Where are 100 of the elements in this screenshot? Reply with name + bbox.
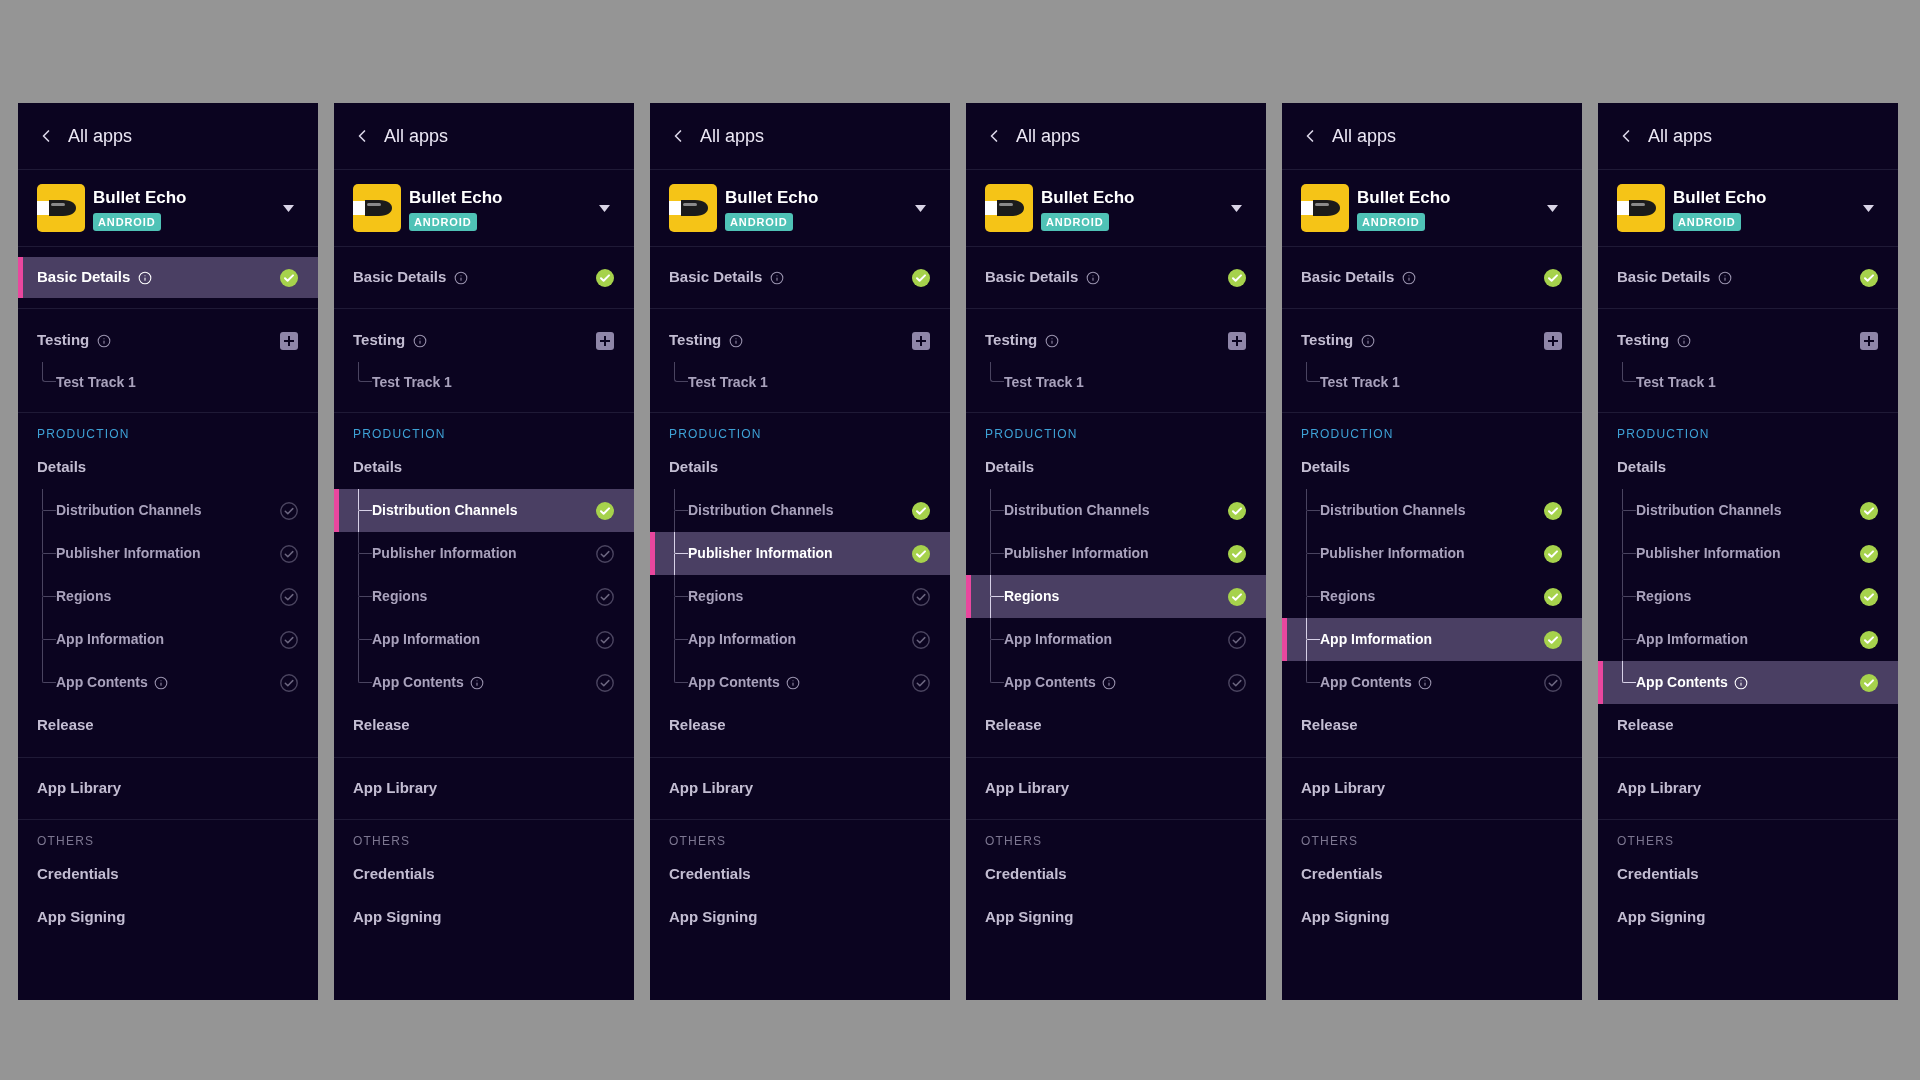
testing-label: Testing — [1617, 330, 1670, 351]
tree-item[interactable]: App Information — [334, 618, 634, 661]
basic-details-item[interactable]: Basic Details — [650, 257, 950, 298]
tree-item[interactable]: Publisher Information — [1598, 532, 1898, 575]
platform-badge: ANDROID — [409, 212, 477, 231]
app-name: Bullet Echo — [1673, 187, 1767, 209]
app-library-item[interactable]: App Library — [966, 767, 1266, 810]
nav-item[interactable]: Credentials — [1598, 853, 1898, 896]
release-item[interactable]: Release — [1598, 704, 1898, 747]
test-track-item[interactable]: Test Track 1 — [1598, 362, 1898, 402]
tree-item[interactable]: Regions — [18, 575, 318, 618]
tree-item[interactable]: App Information — [966, 618, 1266, 661]
dropdown-caret-icon[interactable] — [1231, 204, 1242, 212]
tree-item[interactable]: Publisher Information — [1282, 532, 1582, 575]
check-circle-icon — [1860, 673, 1878, 692]
release-item[interactable]: Release — [18, 704, 318, 747]
tree-item[interactable]: Regions — [334, 575, 634, 618]
tree-item[interactable]: App Information — [18, 618, 318, 661]
release-item[interactable]: Release — [650, 704, 950, 747]
details-item[interactable]: Details — [1282, 446, 1582, 489]
dropdown-caret-icon[interactable] — [1547, 204, 1558, 212]
tree-item[interactable]: Distribution Channels — [334, 489, 634, 532]
details-item[interactable]: Details — [966, 446, 1266, 489]
tree-item[interactable]: App Imformation — [1282, 618, 1582, 661]
check-circle-icon — [1860, 268, 1878, 287]
add-icon[interactable] — [280, 331, 298, 350]
basic-details-item[interactable]: Basic Details — [334, 257, 634, 298]
add-icon[interactable] — [1860, 331, 1878, 350]
dropdown-caret-icon[interactable] — [915, 204, 926, 212]
details-item[interactable]: Details — [334, 446, 634, 489]
back-link[interactable]: All apps — [1332, 122, 1397, 150]
dropdown-caret-icon[interactable] — [1863, 204, 1874, 212]
add-icon[interactable] — [596, 331, 614, 350]
tree-item[interactable]: App Contents — [966, 661, 1266, 704]
basic-details-item[interactable]: Basic Details — [18, 257, 318, 298]
add-icon[interactable] — [1544, 331, 1562, 350]
check-circle-icon — [912, 630, 930, 649]
tree-item[interactable]: App Contents — [650, 661, 950, 704]
tree-item[interactable]: App Contents — [1282, 661, 1582, 704]
check-circle-icon — [280, 544, 298, 563]
tree-item[interactable]: Regions — [1598, 575, 1898, 618]
nav-item[interactable]: Credentials — [1282, 853, 1582, 896]
nav-item[interactable]: App Signing — [1598, 896, 1898, 939]
back-link[interactable]: All apps — [700, 122, 765, 150]
tree-item[interactable]: Regions — [966, 575, 1266, 618]
nav-item[interactable]: App Signing — [650, 896, 950, 939]
tree-item[interactable]: App Contents — [18, 661, 318, 704]
test-track-item[interactable]: Test Track 1 — [966, 362, 1266, 402]
release-item[interactable]: Release — [334, 704, 634, 747]
nav-item[interactable]: Credentials — [650, 853, 950, 896]
app-library-item[interactable]: App Library — [1598, 767, 1898, 810]
tree-item[interactable]: Distribution Channels — [1598, 489, 1898, 532]
test-track-item[interactable]: Test Track 1 — [650, 362, 950, 402]
check-circle-icon — [1544, 587, 1562, 606]
app-library-item[interactable]: App Library — [1282, 767, 1582, 810]
app-library-item[interactable]: App Library — [18, 767, 318, 810]
dropdown-caret-icon[interactable] — [599, 204, 610, 212]
add-icon[interactable] — [912, 331, 930, 350]
nav-item[interactable]: App Signing — [18, 896, 318, 939]
tree-item[interactable]: Regions — [650, 575, 950, 618]
tree-item[interactable]: Publisher Information — [18, 532, 318, 575]
basic-details-item[interactable]: Basic Details — [1598, 257, 1898, 298]
app-library-item[interactable]: App Library — [334, 767, 634, 810]
tree-item[interactable]: Publisher Information — [334, 532, 634, 575]
section-heading: PRODUCTION — [1301, 426, 1394, 443]
app-library-item[interactable]: App Library — [650, 767, 950, 810]
details-item[interactable]: Details — [1598, 446, 1898, 489]
test-track-item[interactable]: Test Track 1 — [18, 362, 318, 402]
check-circle-icon — [1544, 501, 1562, 520]
nav-item[interactable]: App Signing — [1282, 896, 1582, 939]
dropdown-caret-icon[interactable] — [283, 204, 294, 212]
release-item[interactable]: Release — [1282, 704, 1582, 747]
testing-label: Testing — [37, 330, 90, 351]
basic-details-item[interactable]: Basic Details — [1282, 257, 1582, 298]
details-item[interactable]: Details — [18, 446, 318, 489]
add-icon[interactable] — [1228, 331, 1246, 350]
details-item[interactable]: Details — [650, 446, 950, 489]
tree-item[interactable]: Distribution Channels — [1282, 489, 1582, 532]
tree-item[interactable]: Publisher Information — [650, 532, 950, 575]
test-track-item[interactable]: Test Track 1 — [1282, 362, 1582, 402]
tree-item[interactable]: Distribution Channels — [18, 489, 318, 532]
nav-item[interactable]: Credentials — [334, 853, 634, 896]
tree-item[interactable]: App Contents — [1598, 661, 1898, 704]
tree-item[interactable]: App Contents — [334, 661, 634, 704]
back-link[interactable]: All apps — [68, 122, 133, 150]
check-circle-icon — [280, 268, 298, 287]
tree-item[interactable]: Distribution Channels — [966, 489, 1266, 532]
back-link[interactable]: All apps — [1648, 122, 1713, 150]
back-link[interactable]: All apps — [1016, 122, 1081, 150]
tree-item[interactable]: App Information — [650, 618, 950, 661]
basic-details-item[interactable]: Basic Details — [966, 257, 1266, 298]
test-track-item[interactable]: Test Track 1 — [334, 362, 634, 402]
platform-badge: ANDROID — [1673, 212, 1741, 231]
nav-item[interactable]: App Signing — [334, 896, 634, 939]
back-link[interactable]: All apps — [384, 122, 449, 150]
nav-item[interactable]: Credentials — [966, 853, 1266, 896]
nav-item[interactable]: App Signing — [966, 896, 1266, 939]
check-circle-icon — [280, 630, 298, 649]
release-item[interactable]: Release — [966, 704, 1266, 747]
nav-item[interactable]: Credentials — [18, 853, 318, 896]
